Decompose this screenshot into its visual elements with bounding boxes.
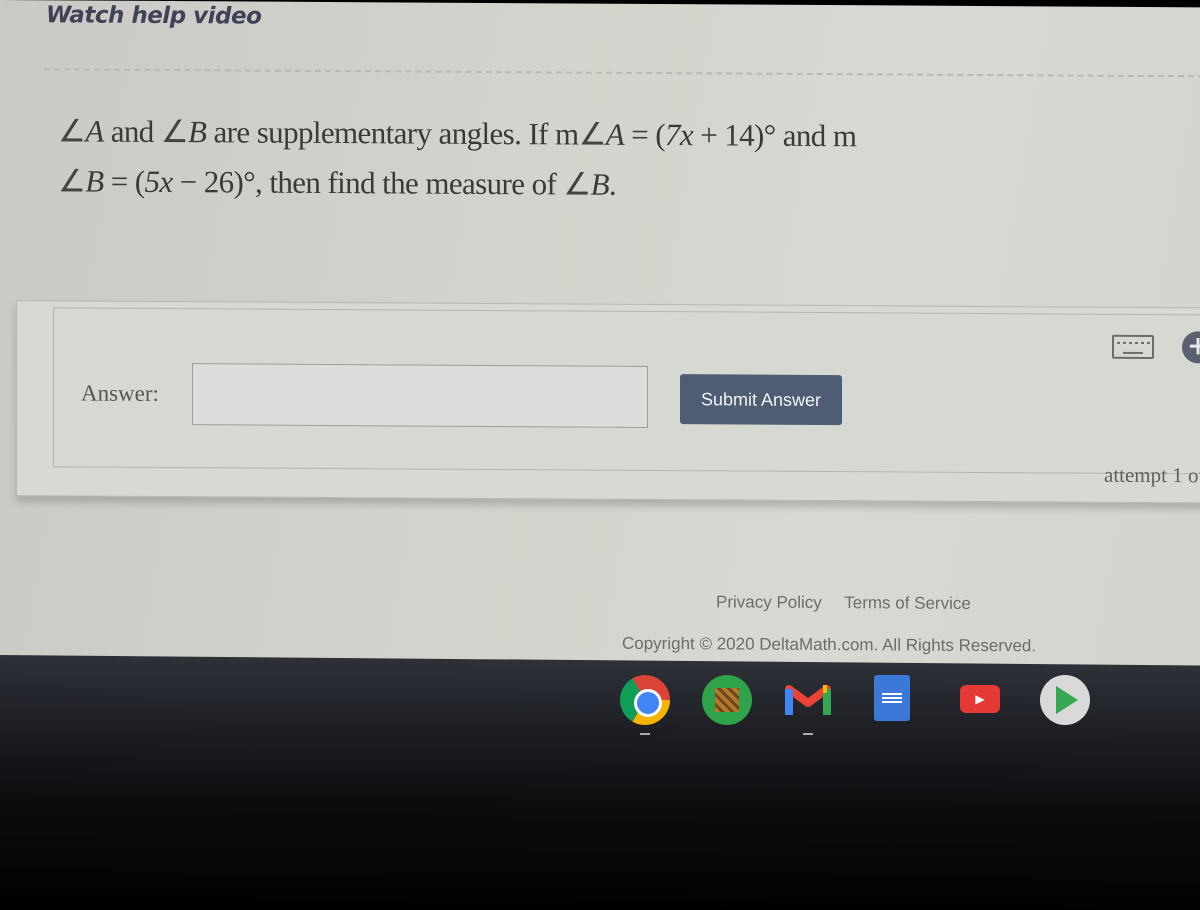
answer-input[interactable] [192, 363, 648, 428]
minecraft-icon[interactable] [702, 675, 752, 725]
text: + 14)° and m [693, 117, 857, 154]
dashed-divider [44, 68, 1200, 78]
text: are supplementary angles. If m [206, 114, 579, 152]
submit-answer-button[interactable]: Submit Answer [680, 374, 842, 426]
gmail-logo [785, 685, 831, 715]
question-text: ∠A and ∠B are supplementary angles. If m… [58, 106, 1158, 213]
plus-circle-icon[interactable]: + [1182, 331, 1200, 364]
var-b: B [590, 166, 609, 202]
angle-symbol: ∠ [563, 166, 591, 202]
angle-symbol: ∠ [58, 163, 86, 199]
watch-help-video-link[interactable]: Watch help video [46, 2, 261, 29]
expr-a-var: 7x [665, 117, 694, 153]
youtube-icon[interactable]: ▶ [960, 685, 1000, 713]
answer-card: Answer: Submit Answer + attempt 1 out [16, 300, 1200, 504]
google-docs-icon[interactable] [874, 675, 910, 721]
expr-b-var: 5x [144, 163, 173, 200]
var-a: A [605, 116, 625, 152]
var-a: A [85, 113, 104, 149]
gmail-icon[interactable] [783, 675, 833, 725]
angle-symbol: ∠ [160, 113, 189, 150]
text: − 26)°, then find the measure of [172, 164, 564, 202]
play-store-icon[interactable] [1040, 675, 1090, 725]
angle-symbol: ∠ [58, 113, 86, 149]
answer-panel: Answer: Submit Answer + attempt 1 out [53, 307, 1200, 487]
text: and [103, 113, 161, 149]
var-b: B [188, 114, 207, 150]
keyboard-icon[interactable] [1112, 334, 1154, 360]
browser-page: Watch help video ∠A and ∠B are supplemen… [0, 0, 1200, 673]
running-indicator [803, 733, 813, 735]
text: = ( [624, 116, 666, 153]
app-dock: ▶ [620, 675, 1100, 735]
angle-symbol: ∠ [578, 116, 606, 152]
terms-of-service-link[interactable]: Terms of Service [844, 593, 971, 613]
footer-links: Privacy Policy Terms of Service [716, 592, 989, 614]
copyright-text: Copyright © 2020 DeltaMath.com. All Righ… [622, 633, 1037, 656]
var-b: B [85, 163, 104, 199]
chrome-icon[interactable] [620, 675, 670, 725]
attempt-counter: attempt 1 out [1104, 462, 1200, 488]
answer-label: Answer: [81, 380, 159, 406]
text: . [608, 166, 617, 202]
text: = ( [103, 163, 145, 199]
running-indicator [640, 733, 650, 735]
privacy-policy-link[interactable]: Privacy Policy [716, 592, 822, 612]
